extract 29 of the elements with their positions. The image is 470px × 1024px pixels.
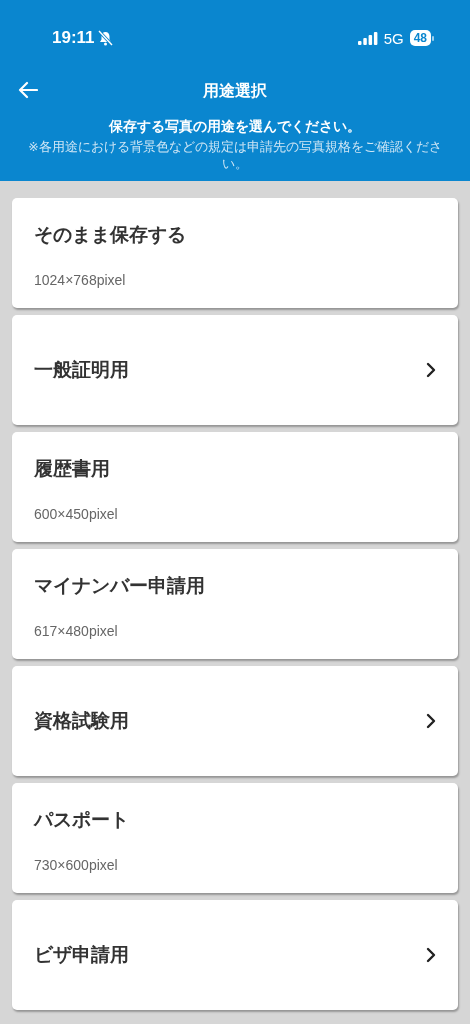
option-title: 一般証明用 — [34, 356, 129, 382]
option-size: 617×480pixel — [34, 622, 118, 639]
option-title: 資格試験用 — [34, 707, 129, 733]
option-card[interactable]: 履歴書用 600×450pixel — [12, 431, 458, 542]
status-time: 19:11 — [52, 28, 95, 48]
muted-bell-icon — [97, 30, 113, 46]
screen-title: 用途選択 — [203, 80, 267, 102]
option-title: ビザ申請用 — [34, 941, 129, 967]
chevron-right-icon — [426, 361, 436, 378]
option-size: 730×600pixel — [34, 856, 118, 873]
chevron-right-icon — [426, 712, 436, 729]
option-card[interactable]: 資格試験用 — [12, 665, 458, 776]
option-card[interactable]: ビザ申請用 — [12, 899, 458, 1010]
option-card[interactable]: そのまま保存する 1024×768pixel — [12, 197, 458, 308]
option-title: 履歴書用 — [34, 455, 110, 481]
option-title: そのまま保存する — [34, 221, 186, 247]
option-card[interactable]: パスポート 730×600pixel — [12, 782, 458, 893]
instruction-text: 保存する写真の用途を選んでください。 — [108, 118, 362, 136]
battery-level: 48 — [409, 30, 431, 46]
option-card[interactable]: 一般証明用 — [12, 314, 458, 425]
network-label: 5G — [383, 29, 404, 47]
option-card[interactable]: マイナンバー申請用 617×480pixel — [12, 548, 458, 659]
option-size: 600×450pixel — [34, 505, 118, 522]
chevron-right-icon — [426, 946, 436, 963]
signal-icon — [357, 31, 378, 45]
note-text: ※各用途における背景色などの規定は申請先の写真規格をご確認ください。 — [27, 139, 443, 173]
option-title: マイナンバー申請用 — [34, 572, 205, 598]
option-title: パスポート — [34, 806, 129, 832]
option-size: 1024×768pixel — [34, 271, 126, 288]
